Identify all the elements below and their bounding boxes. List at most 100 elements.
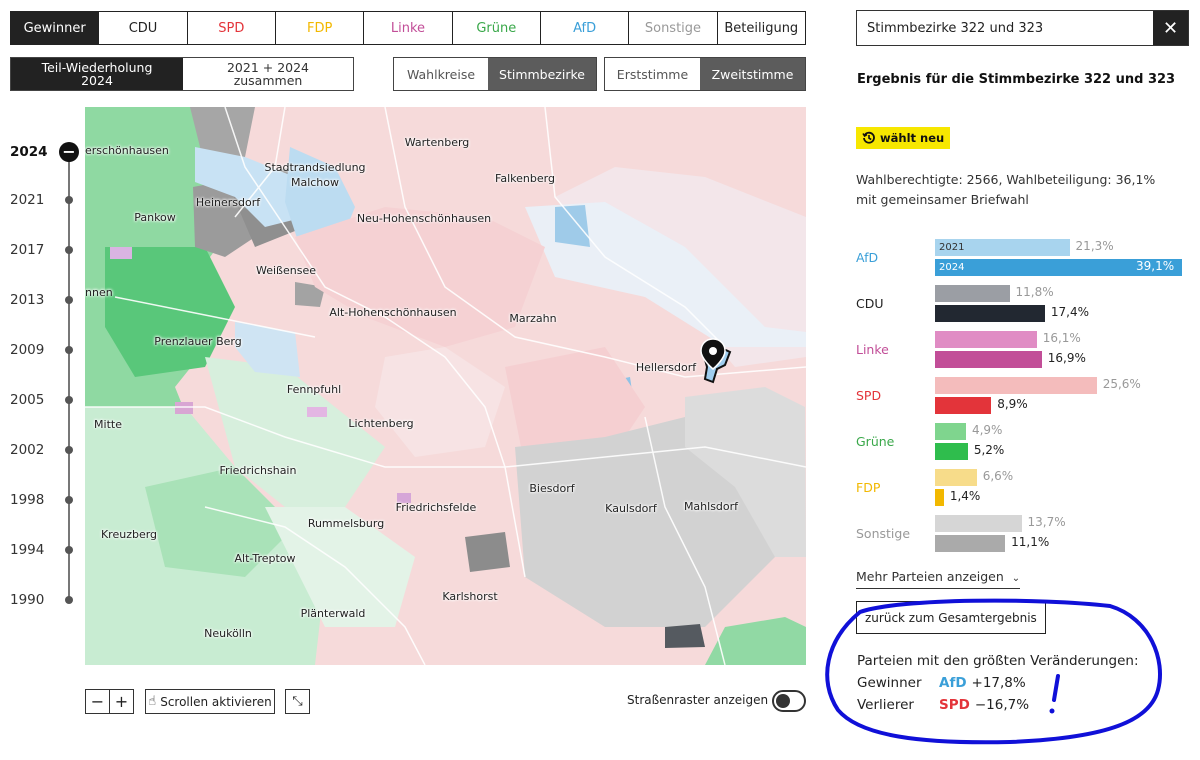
tab-afd[interactable]: AfD	[541, 12, 630, 44]
zoom-out-button[interactable]: −	[85, 689, 110, 714]
tab-gruene[interactable]: Grüne	[453, 12, 541, 44]
map-label-malchow: Malchow	[290, 176, 340, 189]
timeline-dot[interactable]	[65, 596, 73, 604]
bar-value: 39,1%	[1136, 259, 1175, 273]
election-map[interactable]: erschönhausen Wartenberg Stadtrandsiedlu…	[85, 107, 806, 665]
timeline-dot[interactable]	[65, 396, 73, 404]
stats-line2: mit gemeinsamer Briefwahl	[856, 192, 1029, 207]
timeline-year-label: 2017	[10, 242, 45, 258]
vote-toggle: Erststimme Zweitstimme	[604, 57, 806, 91]
close-icon[interactable]: ✕	[1153, 11, 1188, 45]
stats-line1: Wahlberechtigte: 2566, Wahlbeteiligung: …	[856, 172, 1156, 187]
status-badge-label: wählt neu	[880, 131, 945, 145]
bar-value: 17,4%	[1050, 305, 1090, 319]
winner-party: AfD	[939, 675, 967, 691]
option-zweitstimme[interactable]: Zweitstimme	[700, 58, 805, 90]
map-label-brunnen: nnen	[85, 286, 113, 299]
timeline-dot[interactable]	[65, 346, 73, 354]
map-label-biesdorf: Biesdorf	[529, 482, 575, 495]
map-label-alt-hohenschoenhausen: Alt-Hohenschönhausen	[329, 306, 457, 319]
timeline-dot[interactable]	[65, 546, 73, 554]
search-input[interactable]	[857, 11, 1153, 45]
collapse-icon[interactable]: ⤡	[285, 689, 310, 714]
zoom-in-button[interactable]: +	[109, 689, 134, 714]
status-badge: wählt neu	[856, 127, 951, 149]
timeline-year-2021[interactable]: 2021	[10, 188, 80, 212]
timeline-dot[interactable]	[65, 296, 73, 304]
map-label-rummelsburg: Rummelsburg	[307, 517, 385, 530]
turnout-stats: Wahlberechtigte: 2566, Wahlbeteiligung: …	[856, 170, 1155, 210]
timeline-year-label: 2021	[10, 192, 45, 208]
timeline-year-1990[interactable]: 1990	[10, 588, 80, 612]
map-label-kaulsdorf: Kaulsdorf	[605, 502, 657, 515]
tab-linke[interactable]: Linke	[364, 12, 453, 44]
more-parties-link[interactable]: Mehr Parteien anzeigen ⌄	[856, 569, 1021, 589]
party-result-fdp: FDP 6,6% 1,4%	[856, 468, 1186, 508]
loser-label: Verlierer	[857, 697, 914, 713]
timeline-dot[interactable]	[65, 246, 73, 254]
map-label-neu-hohenschoenhausen: Neu-Hohenschönhausen	[356, 212, 492, 225]
option-erststimme[interactable]: Erststimme	[605, 58, 700, 90]
scroll-activate-button[interactable]: ☝ Scrollen aktivieren	[145, 689, 275, 714]
timeline-line	[68, 152, 70, 602]
timeline-year-2024[interactable]: 2024 −	[10, 140, 80, 164]
scroll-activate-label: Scrollen aktivieren	[160, 694, 272, 709]
street-grid-toggle[interactable]	[772, 690, 806, 712]
timeline-year-1994[interactable]: 1994	[10, 538, 80, 562]
history-icon	[862, 131, 875, 144]
map-label-plaenterwald: Plänterwald	[300, 607, 366, 620]
party-result-cdu: CDU 11,8% 17,4%	[856, 284, 1186, 324]
map-label-stadtrandsiedlung: Stadtrandsiedlung	[264, 161, 366, 174]
tab-cdu[interactable]: CDU	[99, 12, 188, 44]
map-label-mitte: Mitte	[94, 418, 122, 431]
loser-value: −16,7%	[974, 697, 1030, 713]
option-zusammen-line2: zusammen	[233, 73, 303, 88]
bar-2024	[935, 443, 968, 460]
option-wahlkreise[interactable]: Wahlkreise	[394, 58, 488, 90]
more-parties-label: Mehr Parteien anzeigen	[856, 569, 1004, 584]
tab-fdp[interactable]: FDP	[276, 12, 365, 44]
party-name: SPD	[856, 388, 882, 403]
map-label-niederschoenhausen: erschönhausen	[85, 144, 169, 157]
timeline-year-2005[interactable]: 2005	[10, 388, 80, 412]
tab-spd[interactable]: SPD	[188, 12, 276, 44]
map-label-marzahn: Marzahn	[509, 312, 557, 325]
street-grid-label: Straßenraster anzeigen	[627, 693, 769, 707]
bar-value: 5,2%	[973, 443, 1005, 457]
timeline-year-2017[interactable]: 2017	[10, 238, 80, 262]
timeline-year-1998[interactable]: 1998	[10, 488, 80, 512]
bar-value: 6,6%	[982, 469, 1014, 483]
bar-value: 21,3%	[1075, 239, 1114, 253]
timeline-dot[interactable]	[65, 196, 73, 204]
party-name: Grüne	[856, 434, 895, 449]
timeline-year-label: 1994	[10, 542, 45, 558]
timeline-year-2013[interactable]: 2013	[10, 288, 80, 312]
timeline-year-2009[interactable]: 2009	[10, 338, 80, 362]
hand-pointer-icon: ☝	[148, 694, 157, 709]
search-box: ✕	[856, 10, 1189, 46]
timeline-year-label: 1990	[10, 592, 45, 608]
party-name: FDP	[856, 480, 881, 495]
timeline-year-label: 2005	[10, 392, 45, 408]
tab-sonstige[interactable]: Sonstige	[629, 12, 718, 44]
timeline-year-label: 1998	[10, 492, 45, 508]
timeline-dot[interactable]	[65, 496, 73, 504]
back-to-total-button[interactable]: zurück zum Gesamtergebnis	[856, 601, 1046, 634]
bar-year-tag: 2024	[939, 262, 965, 273]
timeline-year-label: 2013	[10, 292, 45, 308]
timeline-year-2002[interactable]: 2002	[10, 438, 80, 462]
bar-value: 16,1%	[1042, 331, 1081, 345]
option-teil-wiederholung[interactable]: Teil-Wiederholung 2024	[11, 58, 183, 90]
map-label-friedrichshain: Friedrichshain	[219, 464, 297, 477]
party-name: Linke	[856, 342, 889, 357]
tab-beteiligung[interactable]: Beteiligung	[718, 12, 805, 44]
minus-icon[interactable]: −	[59, 142, 79, 162]
tab-gewinner[interactable]: Gewinner	[11, 12, 100, 44]
map-label-karlshorst: Karlshorst	[442, 590, 498, 603]
option-zusammen[interactable]: 2021 + 2024 zusammen	[183, 58, 353, 90]
bar-2021: 2021	[935, 239, 1070, 256]
option-stimmbezirke[interactable]: Stimmbezirke	[488, 58, 596, 90]
timeline-year-label: 2024	[10, 144, 48, 160]
timeline-dot[interactable]	[65, 446, 73, 454]
bar-2021	[935, 469, 977, 486]
